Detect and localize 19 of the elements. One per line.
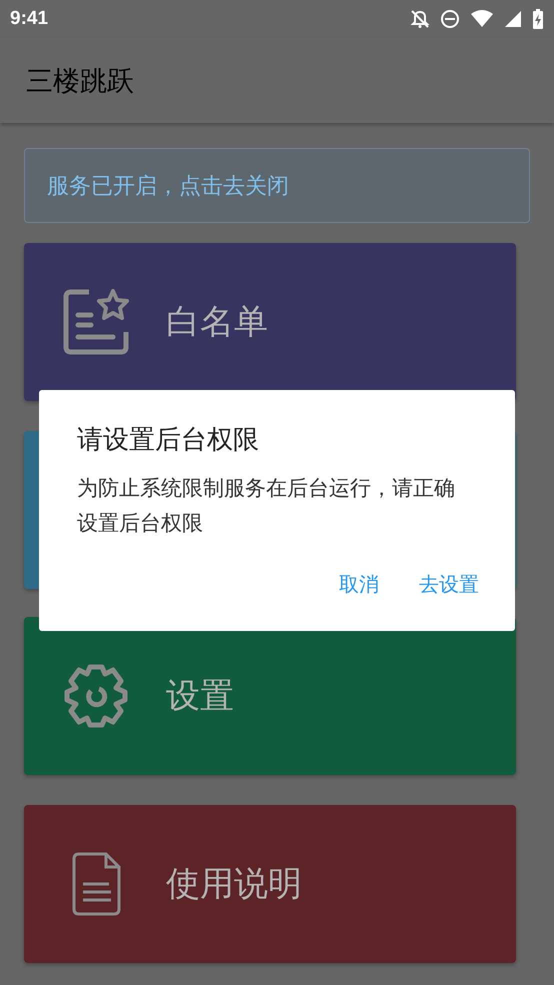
wifi-icon xyxy=(470,9,494,29)
menu-card[interactable]: 设置 xyxy=(24,617,516,775)
dialog-title: 请设置后台权限 xyxy=(77,424,260,457)
dialog-message: 为防止系统限制服务在后台运行，请正确设置后台权限 xyxy=(77,475,456,537)
service-status-banner[interactable]: 服务已开启，点击去关闭 xyxy=(24,148,530,223)
signal-icon xyxy=(504,10,522,28)
dialog-button[interactable]: 去设置 xyxy=(419,567,479,602)
dialog-button[interactable]: 取消 xyxy=(339,567,379,602)
card-label: 白名单 xyxy=(166,301,268,344)
menu-card[interactable]: 白名单 xyxy=(24,243,516,401)
card-label: 使用说明 xyxy=(166,863,302,906)
do-not-disturb-icon xyxy=(440,9,460,29)
card-label: 设置 xyxy=(166,675,234,718)
app-title: 三楼跳跃 xyxy=(26,64,134,98)
menu-card[interactable]: 使用说明 xyxy=(24,805,516,963)
bell-muted-icon xyxy=(410,9,430,29)
list-star-icon xyxy=(61,287,131,357)
status-time: 9:41 xyxy=(10,8,48,30)
battery-icon xyxy=(532,8,544,30)
